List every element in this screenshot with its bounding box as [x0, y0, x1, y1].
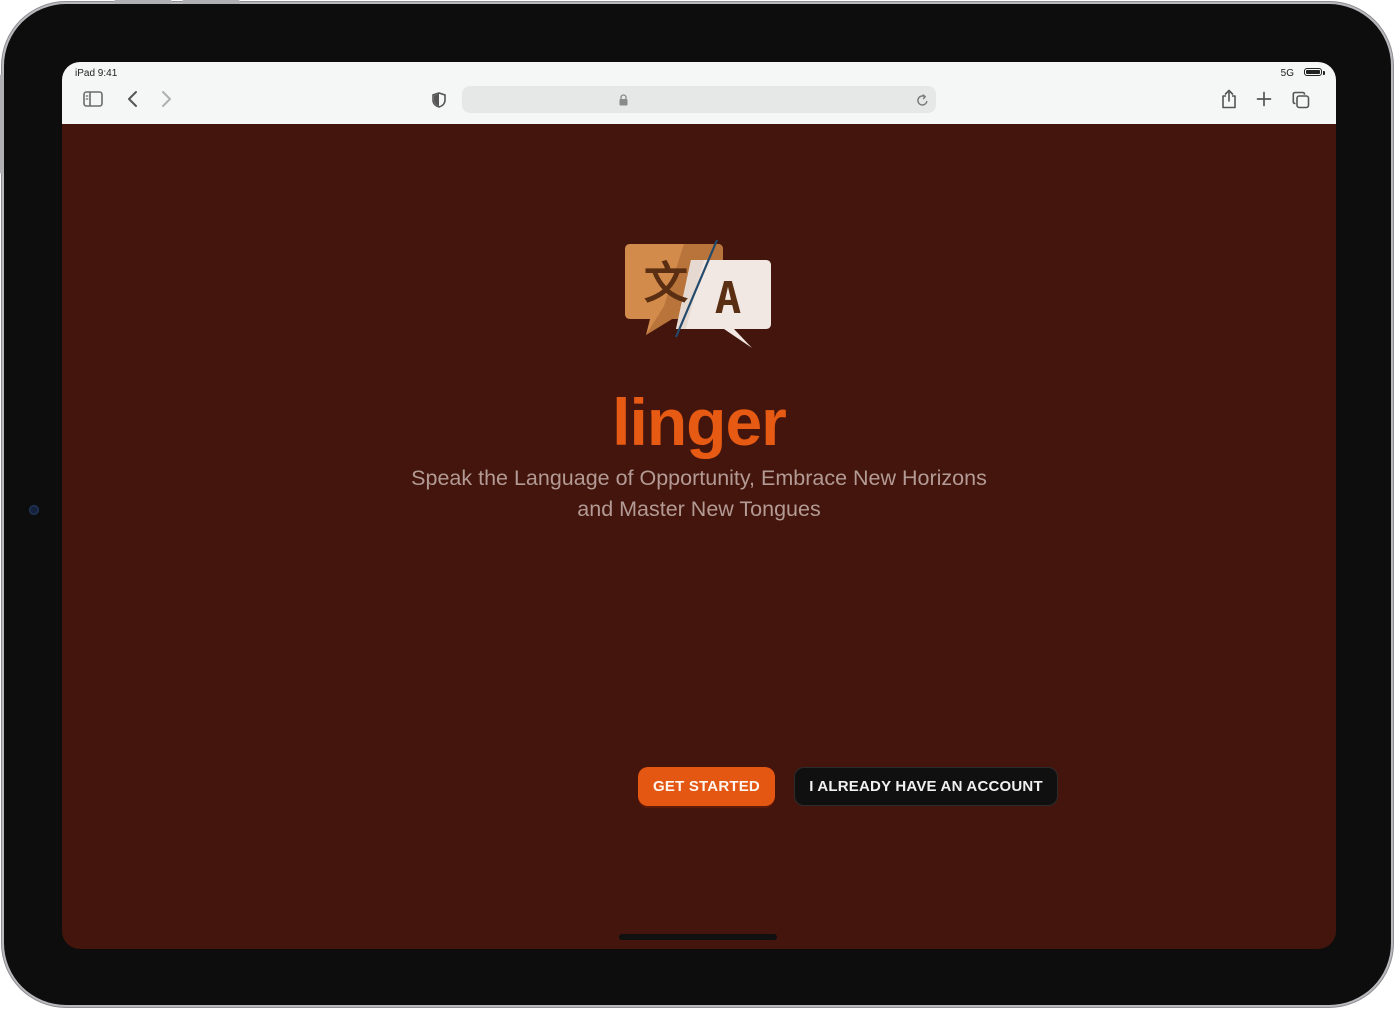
side-button: [0, 74, 4, 174]
reload-icon[interactable]: [914, 92, 930, 108]
tabs-icon[interactable]: [1290, 89, 1312, 111]
translate-logo-icon: 文 A: [625, 239, 771, 348]
lock-icon: [616, 93, 630, 107]
logo-glyph-left: 文: [644, 258, 688, 309]
battery-cap: [1323, 71, 1325, 75]
login-button[interactable]: I ALREADY HAVE AN ACCOUNT: [794, 767, 1058, 806]
tagline-line-2: and Master New Tongues: [577, 497, 821, 521]
top-button-1: [114, 0, 172, 4]
sidebar-icon[interactable]: [82, 89, 104, 109]
get-started-button[interactable]: GET STARTED: [638, 767, 775, 806]
logo-glyph-right: A: [715, 273, 742, 324]
safari-toolbar: iPad 9:41 5G: [62, 62, 1336, 124]
status-time: iPad 9:41: [75, 68, 118, 79]
signal-indicator: 5G: [1280, 68, 1294, 79]
landing-hero: 文 A linger Speak the Language of Opportu…: [62, 124, 1336, 949]
ipad-screen: iPad 9:41 5G 文 A linger Speak the Langua…: [62, 62, 1336, 949]
shield-icon[interactable]: [429, 90, 449, 110]
battery-icon: [1304, 68, 1322, 76]
home-indicator: [619, 934, 777, 940]
share-icon[interactable]: [1218, 88, 1240, 110]
address-bar[interactable]: [462, 86, 936, 113]
tagline: Speak the Language of Opportunity, Embra…: [349, 463, 1049, 525]
tagline-line-1: Speak the Language of Opportunity, Embra…: [411, 466, 987, 490]
forward-icon[interactable]: [157, 89, 177, 109]
new-tab-icon[interactable]: [1254, 89, 1274, 109]
top-button-2: [182, 0, 240, 4]
back-icon[interactable]: [122, 89, 142, 109]
brand-name: linger: [612, 385, 787, 459]
front-camera: [29, 505, 39, 515]
